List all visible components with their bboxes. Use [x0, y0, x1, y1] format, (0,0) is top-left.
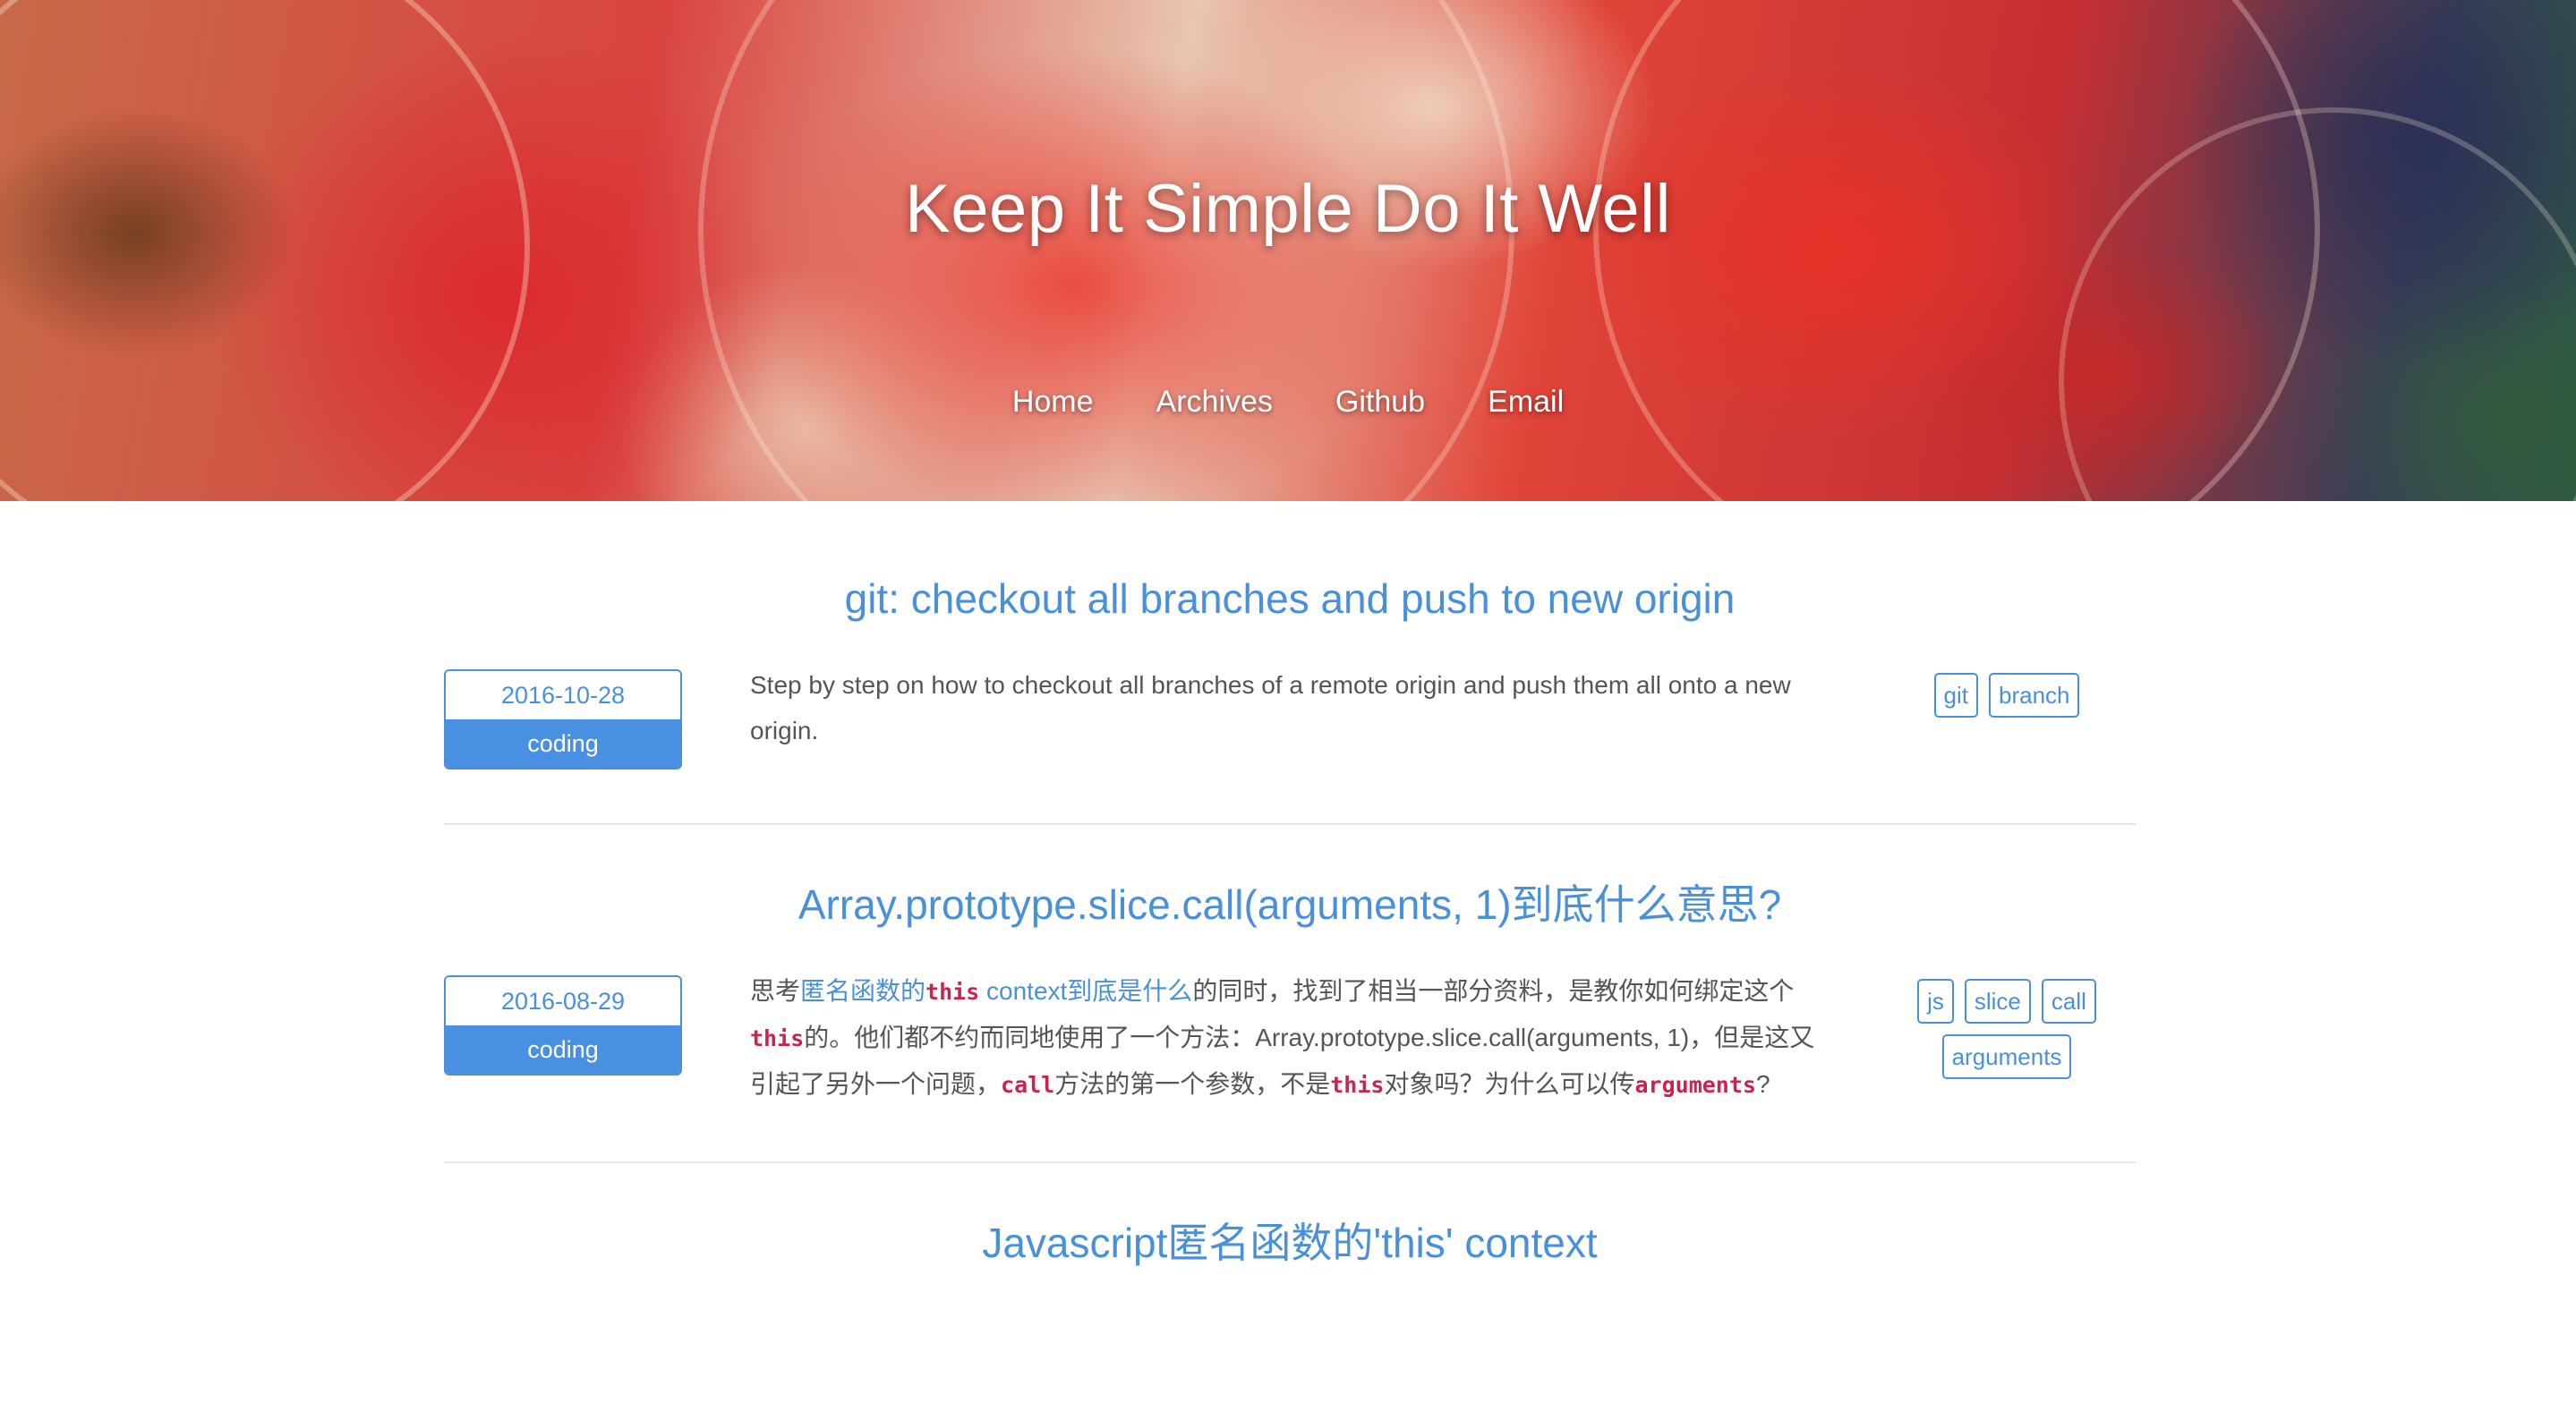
post-category[interactable]: coding: [446, 1025, 680, 1074]
excerpt-text: ?: [1755, 1069, 1770, 1098]
hero-decoration: [0, 0, 530, 501]
main-nav: Home Archives Github Email: [0, 385, 2576, 420]
hero-banner: Keep It Simple Do It Well Home Archives …: [0, 0, 2576, 501]
inline-code: this: [1330, 1071, 1385, 1098]
site-title[interactable]: Keep It Simple Do It Well: [0, 170, 2576, 248]
post-excerpt: Step by step on how to checkout all bran…: [750, 670, 1791, 744]
excerpt-text: 对象吗？为什么可以传: [1384, 1069, 1635, 1098]
inline-code: this: [925, 978, 980, 1005]
tag-git[interactable]: git: [1933, 672, 1978, 718]
post-title[interactable]: git: checkout all branches and push to n…: [444, 573, 2136, 626]
nav-email[interactable]: Email: [1488, 385, 1564, 420]
post-item: git: checkout all branches and push to n…: [444, 573, 2136, 825]
inline-code: call: [1001, 1071, 1055, 1098]
excerpt-link-text: context到底是什么: [979, 976, 1193, 1005]
excerpt-text: 的同时，找到了相当一部分资料，是教你如何绑定这个: [1192, 976, 1795, 1005]
inline-code: this: [750, 1025, 805, 1051]
post-excerpt: 思考匿名函数的this context到底是什么的同时，找到了相当一部分资料，是…: [750, 968, 1833, 1108]
nav-archives[interactable]: Archives: [1156, 385, 1273, 420]
tag-branch[interactable]: branch: [1988, 672, 2080, 718]
tag-slice[interactable]: slice: [1964, 978, 2031, 1024]
post-category[interactable]: coding: [446, 719, 680, 768]
post-title[interactable]: Array.prototype.slice.call(arguments, 1)…: [444, 879, 2136, 932]
post-date: 2016-10-28: [446, 670, 680, 719]
post-item: Array.prototype.slice.call(arguments, 1)…: [444, 879, 2136, 1163]
post-tags: js slice call arguments: [1908, 978, 2105, 1079]
nav-github[interactable]: Github: [1335, 385, 1425, 420]
post-body: 2016-08-29 coding 思考匿名函数的this context到底是…: [444, 974, 2136, 1108]
nav-home[interactable]: Home: [1012, 385, 1094, 420]
post-item: Javascript匿名函数的'this' context: [444, 1217, 2136, 1367]
post-list: git: checkout all branches and push to n…: [444, 573, 2136, 1420]
inline-code: arguments: [1634, 1071, 1756, 1098]
excerpt-link-text: 匿名函数的: [800, 976, 926, 1005]
excerpt-link[interactable]: 匿名函数的this context到底是什么: [800, 977, 1192, 1005]
post-date: 2016-08-29: [446, 976, 680, 1025]
post-tags: git branch: [1908, 672, 2105, 718]
tag-js[interactable]: js: [1917, 978, 1954, 1024]
post-body: 2016-10-28 coding Step by step on how to…: [444, 668, 2136, 770]
post-date-card: 2016-08-29 coding: [444, 974, 682, 1076]
post-title[interactable]: Javascript匿名函数的'this' context: [444, 1217, 2136, 1271]
excerpt-text: 方法的第一个参数，不是: [1054, 1069, 1331, 1098]
tag-call[interactable]: call: [2041, 978, 2096, 1024]
post-date-card: 2016-10-28 coding: [444, 668, 682, 770]
tag-arguments[interactable]: arguments: [1941, 1033, 2072, 1079]
hero-decoration: [698, 0, 1514, 501]
excerpt-text: 思考: [750, 976, 801, 1005]
